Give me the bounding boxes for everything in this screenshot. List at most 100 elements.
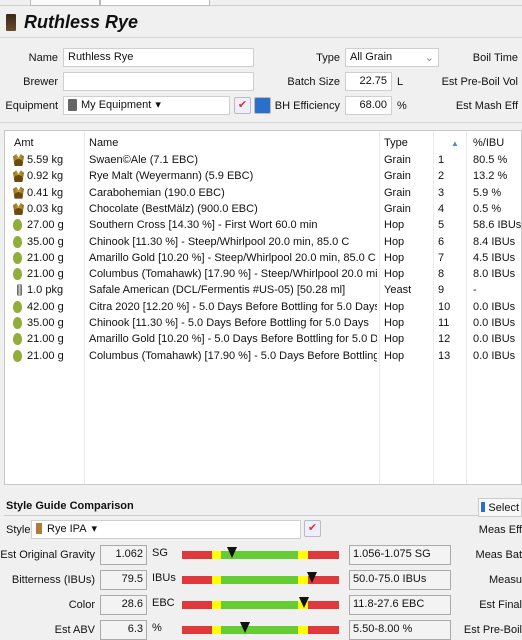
style-value-marker bbox=[299, 597, 310, 608]
ingredient-order: 6 bbox=[438, 235, 445, 248]
style-range-text: 5.50-8.00 % bbox=[349, 620, 451, 640]
style-value-marker bbox=[227, 547, 238, 558]
ingredient-pct-ibu: - bbox=[473, 284, 477, 297]
ingredient-row[interactable]: 27.00 g Southern Cross [14.30 %] - First… bbox=[5, 218, 522, 234]
ingredient-name: Rye Malt (Weyermann) (5.9 EBC) bbox=[89, 170, 254, 183]
ingredient-row[interactable]: 21.00 g Amarillo Gold [10.20 %] - Steep/… bbox=[5, 251, 522, 267]
style-range-bar bbox=[182, 572, 339, 584]
style-range-text: 1.056-1.075 SG bbox=[349, 545, 451, 565]
style-label: Style bbox=[6, 524, 31, 536]
ingredient-amount: 35.00 g bbox=[27, 235, 64, 248]
style-row-unit: % bbox=[152, 622, 162, 634]
ingredient-pct-ibu: 5.9 % bbox=[473, 186, 502, 199]
name-label: Name bbox=[28, 52, 58, 64]
equipment-label: Equipment bbox=[5, 100, 58, 112]
ingredient-row[interactable]: 21.00 g Columbus (Tomahawk) [17.90 %] - … bbox=[5, 267, 522, 283]
ingredient-pct-ibu: 0.5 % bbox=[473, 202, 502, 215]
ingredient-row[interactable]: 35.00 g Chinook [11.30 %] - 5.0 Days Bef… bbox=[5, 316, 522, 332]
select-button[interactable]: Select bbox=[478, 498, 522, 517]
ingredient-row[interactable]: 21.00 g Columbus (Tomahawk) [17.90 %] - … bbox=[5, 349, 522, 365]
ingredient-type: Hop bbox=[384, 251, 405, 264]
style-row-label: Est ABV bbox=[54, 624, 95, 636]
type-select[interactable]: All Grain ⌄ bbox=[345, 48, 439, 67]
ingredient-amount: 35.00 g bbox=[27, 317, 64, 329]
ingredient-amount: 1.0 pkg bbox=[27, 284, 64, 297]
ingredient-amount: 21.00 g bbox=[27, 251, 64, 264]
tab-current[interactable] bbox=[100, 0, 210, 6]
ingredient-type: Hop bbox=[384, 300, 405, 313]
efficiency-unit: % bbox=[397, 100, 407, 112]
batch-size-label: Batch Size bbox=[287, 76, 340, 88]
style-row-label: Est Original Gravity bbox=[0, 549, 95, 561]
name-input[interactable]: Ruthless Rye bbox=[63, 48, 254, 67]
tab-previous[interactable] bbox=[30, 0, 100, 6]
ingredient-row[interactable]: 0.41 kg Carabohemian (190.0 EBC) Grain 3… bbox=[5, 186, 522, 202]
ingredient-name: Safale American (DCL/Fermentis #US-05) [… bbox=[89, 284, 346, 297]
ingredient-amount: 42.00 g bbox=[27, 300, 64, 313]
ingredient-amount: 21.00 g bbox=[27, 268, 64, 281]
ingredient-order: 11 bbox=[438, 317, 450, 329]
hop-icon bbox=[13, 219, 22, 232]
ingredient-amount: 0.03 kg bbox=[27, 202, 64, 215]
beer-glass-icon bbox=[6, 13, 16, 31]
save-equipment-icon[interactable] bbox=[254, 97, 271, 114]
edit-style-icon[interactable]: ✔ bbox=[304, 520, 321, 537]
ingredient-name: Carabohemian (190.0 EBC) bbox=[89, 186, 225, 199]
ingredient-name: Columbus (Tomahawk) [17.90 %] - 5.0 Days… bbox=[89, 349, 377, 362]
sort-ascending-icon[interactable]: ▲ bbox=[451, 139, 459, 148]
ingredient-row[interactable]: 0.92 kg Rye Malt (Weyermann) (5.9 EBC) G… bbox=[5, 169, 522, 185]
style-range-bar bbox=[182, 547, 339, 559]
style-range-bar bbox=[182, 622, 339, 634]
ingredient-amount: 0.41 kg bbox=[27, 186, 64, 199]
col-header-type[interactable]: Type bbox=[384, 137, 408, 149]
equipment-value: My Equipment bbox=[81, 98, 152, 111]
efficiency-input[interactable]: 68.00 bbox=[345, 96, 392, 115]
equipment-select[interactable]: My Equipment ▾ bbox=[63, 96, 230, 115]
col-header-amt[interactable]: Amt bbox=[14, 137, 34, 149]
style-range-text: 11.8-27.6 EBC bbox=[349, 595, 451, 615]
ingredients-table[interactable]: Amt Name Type ▲ %/IBU 5.59 kg Swaen©Ale … bbox=[4, 130, 522, 485]
grain-icon bbox=[13, 154, 24, 166]
measured-label: Est Pre-Boil bbox=[463, 624, 522, 636]
ingredient-row[interactable]: 1.0 pkg Safale American (DCL/Fermentis #… bbox=[5, 283, 522, 299]
col-header-pct-ibu[interactable]: %/IBU bbox=[473, 137, 504, 149]
ingredient-type: Hop bbox=[384, 268, 405, 281]
recipe-header: Ruthless Rye bbox=[6, 10, 138, 34]
brewer-input[interactable] bbox=[63, 72, 254, 91]
ingredient-row[interactable]: 0.03 kg Chocolate (BestMälz) (900.0 EBC)… bbox=[5, 202, 522, 218]
ingredient-pct-ibu: 0.0 IBUs bbox=[473, 333, 516, 346]
boil-time-label: Boil Time bbox=[472, 52, 518, 64]
select-label: Select bbox=[488, 502, 519, 514]
style-row-value: 1.062 bbox=[100, 545, 147, 565]
ingredient-amount: 0.92 kg bbox=[27, 170, 64, 183]
measured-label: Measu bbox=[488, 574, 522, 586]
ingredient-order: 8 bbox=[438, 268, 445, 281]
ingredient-type: Hop bbox=[384, 349, 405, 362]
col-header-name[interactable]: Name bbox=[89, 137, 118, 149]
ingredient-order: 12 bbox=[438, 333, 451, 346]
hop-icon bbox=[13, 300, 22, 313]
ingredient-type: Grain bbox=[384, 202, 411, 215]
ingredient-row[interactable]: 35.00 g Chinook [11.30 %] - Steep/Whirlp… bbox=[5, 235, 522, 251]
measured-label: Meas Eff bbox=[478, 524, 522, 536]
ingredient-type: Grain bbox=[384, 170, 411, 183]
style-value-marker bbox=[307, 572, 318, 583]
ingredient-row[interactable]: 42.00 g Citra 2020 [12.20 %] - 5.0 Days … bbox=[5, 300, 522, 316]
ingredient-pct-ibu: 0.0 IBUs bbox=[473, 349, 516, 362]
style-value-marker bbox=[239, 622, 250, 633]
edit-equipment-icon[interactable]: ✔ bbox=[234, 97, 251, 114]
ingredient-order: 13 bbox=[438, 349, 451, 362]
batch-size-input[interactable]: 22.75 bbox=[345, 72, 392, 91]
ingredient-amount: 5.59 kg bbox=[27, 154, 64, 166]
ingredient-row[interactable]: 5.59 kg Swaen©Ale (7.1 EBC) Grain 1 80.5… bbox=[5, 153, 522, 169]
batch-size-unit: L bbox=[397, 76, 404, 88]
style-select[interactable]: Rye IPA ▾ bbox=[31, 520, 301, 539]
style-row-value: 6.3 bbox=[100, 620, 147, 640]
ingredient-row[interactable]: 21.00 g Amarillo Gold [10.20 %] - 5.0 Da… bbox=[5, 332, 522, 348]
hop-icon bbox=[13, 235, 22, 248]
dropdown-arrow-icon: ▾ bbox=[155, 99, 161, 111]
ingredient-pct-ibu: 0.0 IBUs bbox=[473, 300, 516, 313]
hop-icon bbox=[13, 268, 22, 281]
hop-icon bbox=[13, 349, 22, 362]
select-icon bbox=[481, 502, 486, 512]
